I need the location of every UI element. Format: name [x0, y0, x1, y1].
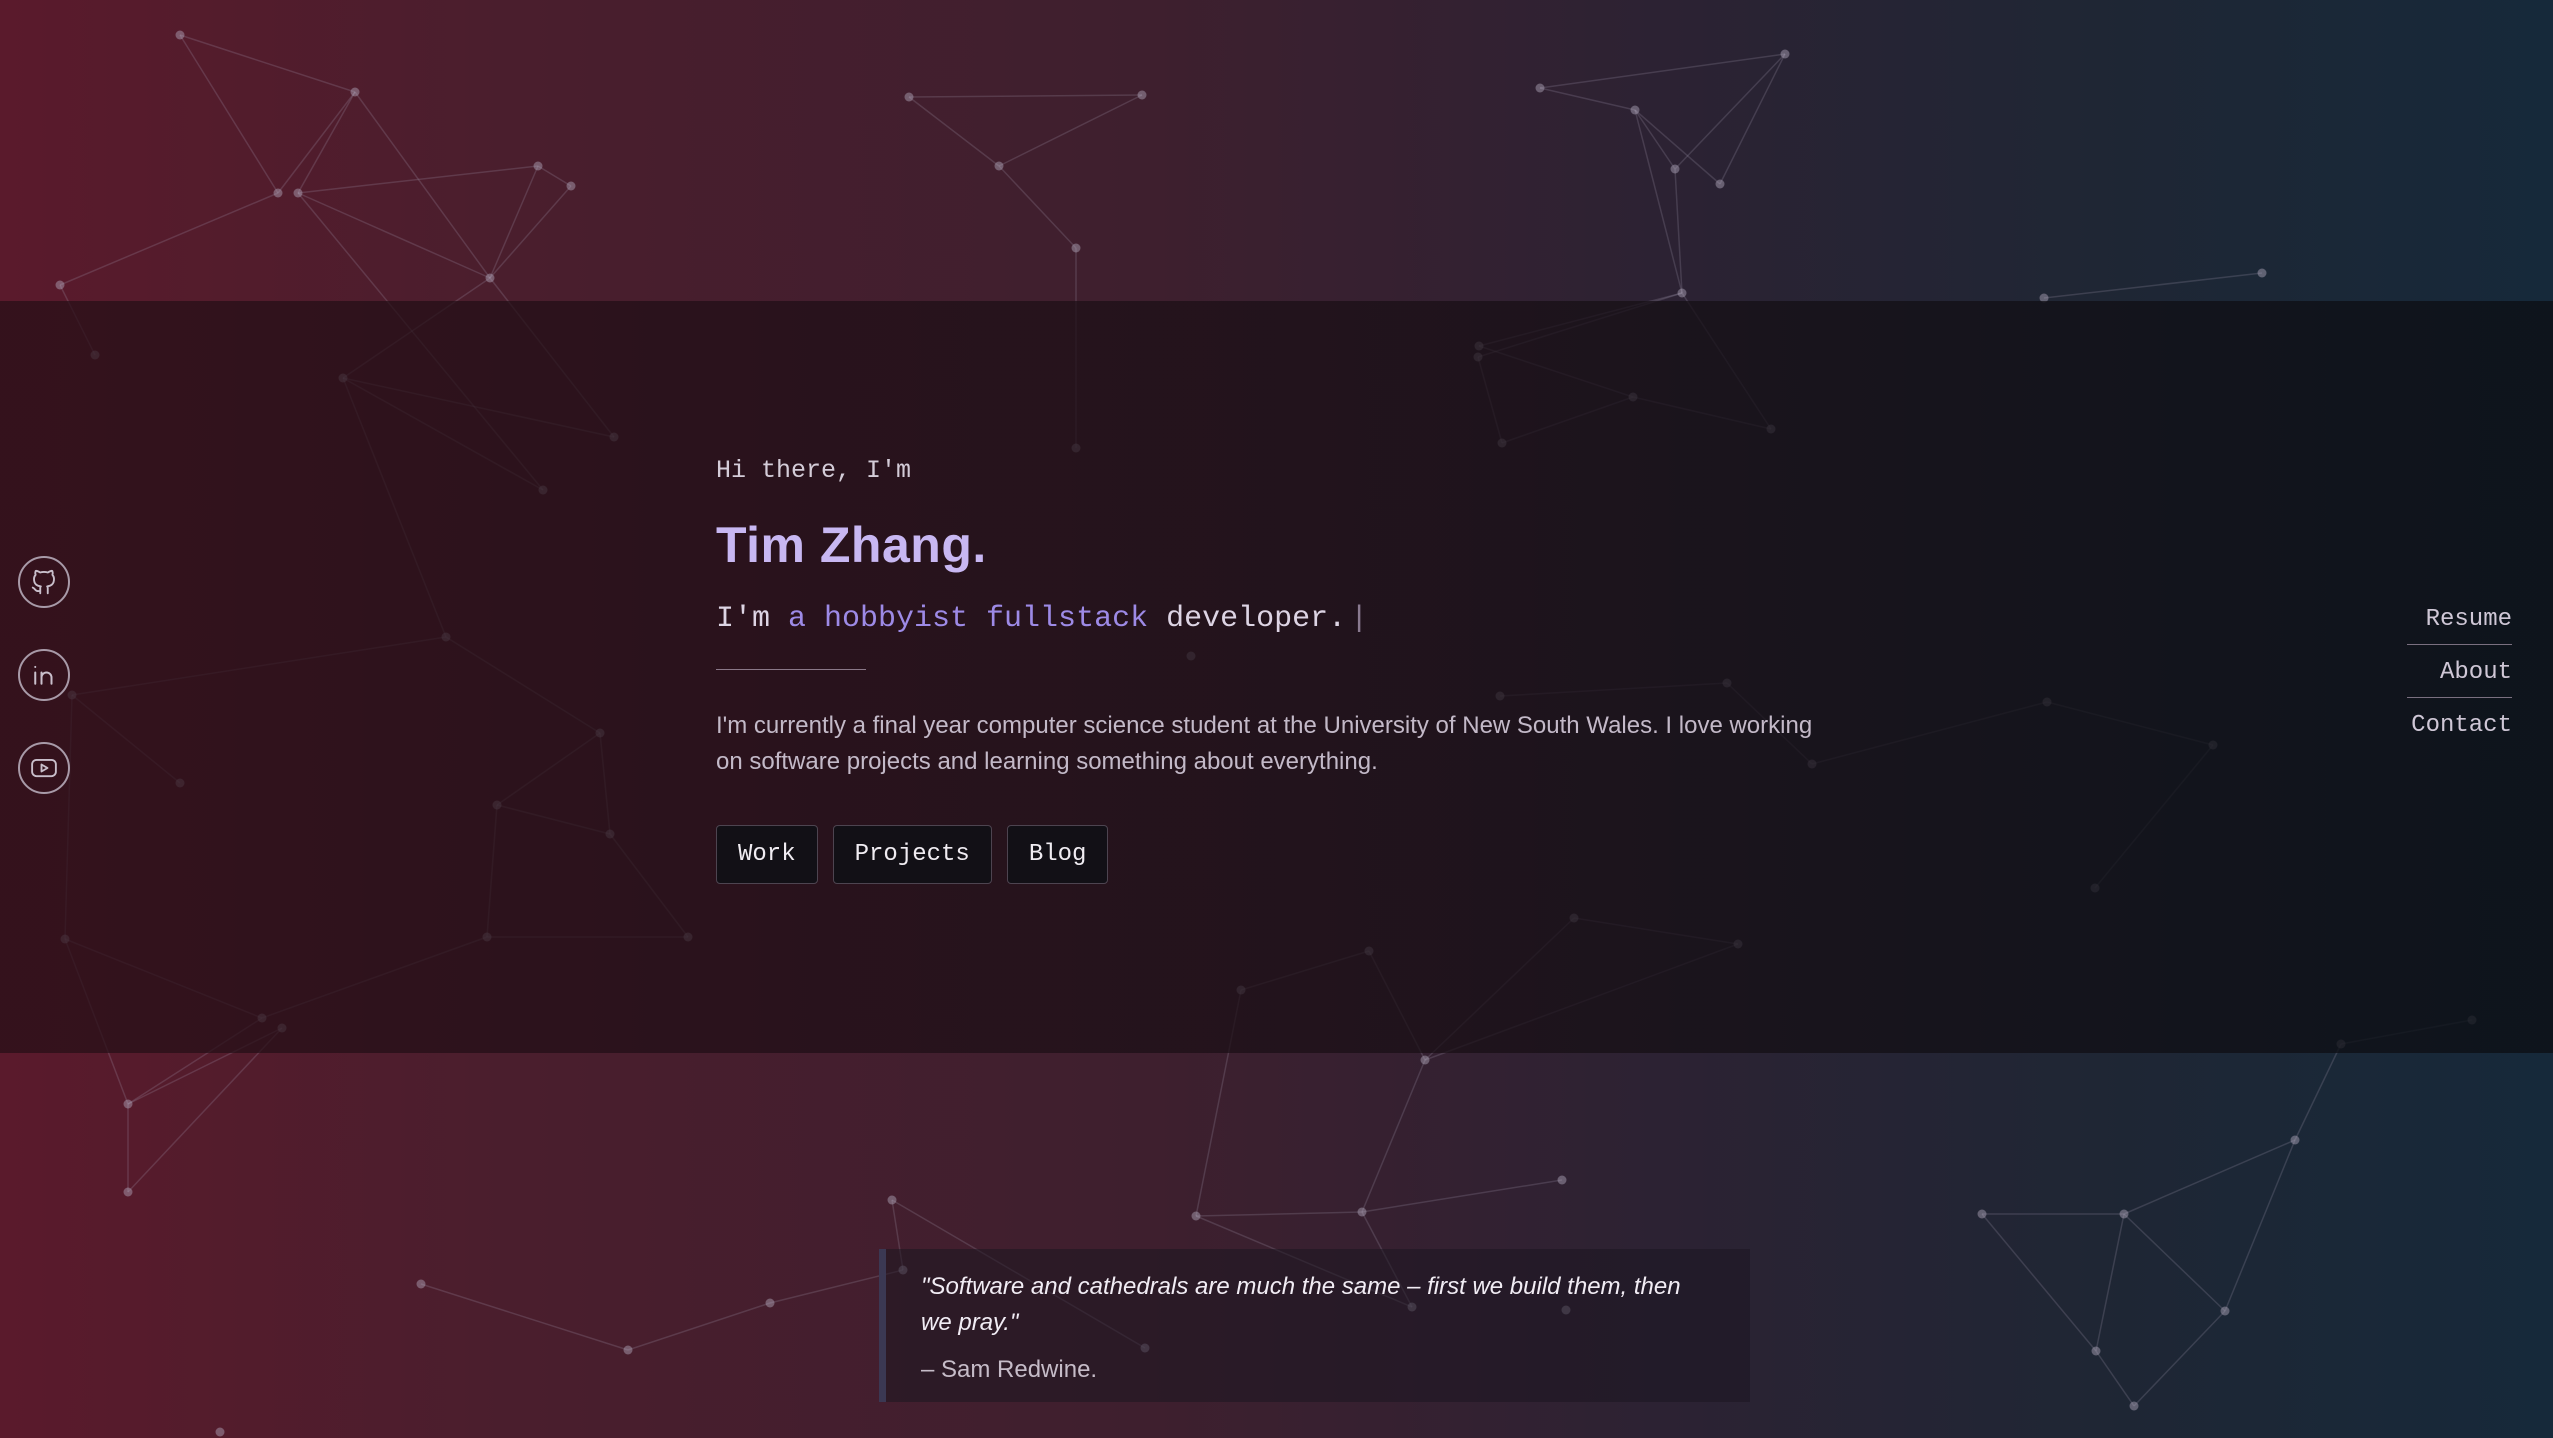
network-line [537, 165, 572, 187]
network-node [1137, 90, 1147, 100]
network-node [623, 1345, 633, 1355]
network-node [175, 30, 185, 40]
network-line [1634, 109, 1683, 294]
network-line [2043, 272, 2263, 299]
linkedin-icon [34, 665, 53, 685]
blog-button[interactable]: Blog [1006, 825, 1109, 884]
network-line [908, 94, 1143, 98]
network-node [1715, 179, 1725, 189]
network-line [1539, 87, 1636, 111]
network-line [297, 192, 491, 279]
network-node [485, 273, 495, 283]
network-line [998, 165, 1077, 249]
network-node [994, 161, 1004, 171]
network-node [1677, 288, 1687, 298]
side-nav: Resume About Contact [2407, 594, 2512, 750]
network-node [566, 181, 576, 191]
nav-resume[interactable]: Resume [2407, 594, 2512, 645]
network-node [904, 92, 914, 102]
tagline-suffix: developer. [1148, 602, 1347, 636]
network-node [1630, 105, 1640, 115]
network-line [297, 91, 356, 194]
work-button[interactable]: Work [716, 825, 818, 884]
youtube-icon [31, 758, 57, 778]
network-line [627, 1302, 771, 1351]
quote-block: "Software and cathedrals are much the sa… [879, 1249, 1750, 1402]
network-line [1195, 1211, 1363, 1217]
network-node [1357, 1207, 1367, 1217]
nav-contact[interactable]: Contact [2407, 698, 2512, 750]
network-line [1361, 1059, 1426, 1213]
network-node [2129, 1401, 2139, 1411]
nav-about[interactable]: About [2407, 645, 2512, 698]
quote-author: – Sam Redwine. [921, 1356, 1098, 1383]
network-node [2290, 1135, 2300, 1145]
social-links [18, 556, 70, 835]
divider [716, 669, 866, 670]
tagline: I'm a hobbyist fullstack developer. | [716, 602, 1826, 636]
network-node [1670, 164, 1680, 174]
network-line [179, 34, 356, 93]
network-line [1674, 53, 1786, 170]
network-node [765, 1298, 775, 1308]
network-node [350, 87, 360, 97]
network-line [1719, 53, 1786, 185]
network-line [489, 185, 572, 279]
network-line [277, 91, 356, 194]
quote-text: "Software and cathedrals are much the sa… [921, 1273, 1681, 1336]
network-line [179, 34, 279, 194]
network-node [1780, 49, 1790, 59]
network-line [908, 96, 1000, 167]
network-line [2095, 1213, 2125, 1352]
network-line [998, 94, 1143, 167]
network-node [2257, 268, 2267, 278]
network-node [2091, 1346, 2101, 1356]
hero-buttons: Work Projects Blog [716, 825, 1826, 884]
name-heading: Tim Zhang. [716, 517, 987, 573]
network-line [1539, 53, 1786, 89]
network-node [1557, 1175, 1567, 1185]
tagline-prefix: I'm [716, 602, 789, 636]
network-node [123, 1099, 133, 1109]
network-node [2220, 1306, 2230, 1316]
greeting-text: Hi there, I'm [716, 456, 912, 485]
network-line [2095, 1350, 2135, 1407]
network-node [1071, 243, 1081, 253]
github-link[interactable] [18, 556, 70, 608]
network-node [1191, 1211, 1201, 1221]
network-line [1361, 1179, 1563, 1213]
network-line [1674, 168, 1683, 294]
network-node [533, 161, 543, 171]
network-node [1535, 83, 1545, 93]
network-line [2133, 1310, 2226, 1407]
network-line [59, 192, 279, 286]
network-node [416, 1279, 426, 1289]
github-icon [31, 569, 55, 595]
network-line [489, 165, 539, 279]
network-node [1977, 1209, 1987, 1219]
network-line [2294, 1043, 2342, 1141]
network-node [1420, 1055, 1430, 1065]
network-node [273, 188, 283, 198]
youtube-link[interactable] [18, 742, 70, 794]
bio-text: I'm currently a final year computer scie… [716, 712, 1813, 775]
projects-button[interactable]: Projects [832, 825, 992, 884]
tagline-accent: a hobbyist fullstack [788, 602, 1149, 636]
typing-cursor: | [1350, 602, 1369, 636]
network-node [293, 188, 303, 198]
network-line [1981, 1213, 2097, 1352]
network-node [887, 1195, 897, 1205]
network-line [2123, 1213, 2226, 1312]
linkedin-link[interactable] [18, 649, 70, 701]
hero-content: Hi there, I'm Tim Zhang. I'm a hobbyist … [716, 456, 1826, 884]
network-node [55, 280, 65, 290]
network-node [123, 1187, 133, 1197]
network-node [2119, 1209, 2129, 1219]
network-line [1634, 109, 1721, 185]
network-node [215, 1427, 225, 1437]
network-line [420, 1283, 629, 1351]
